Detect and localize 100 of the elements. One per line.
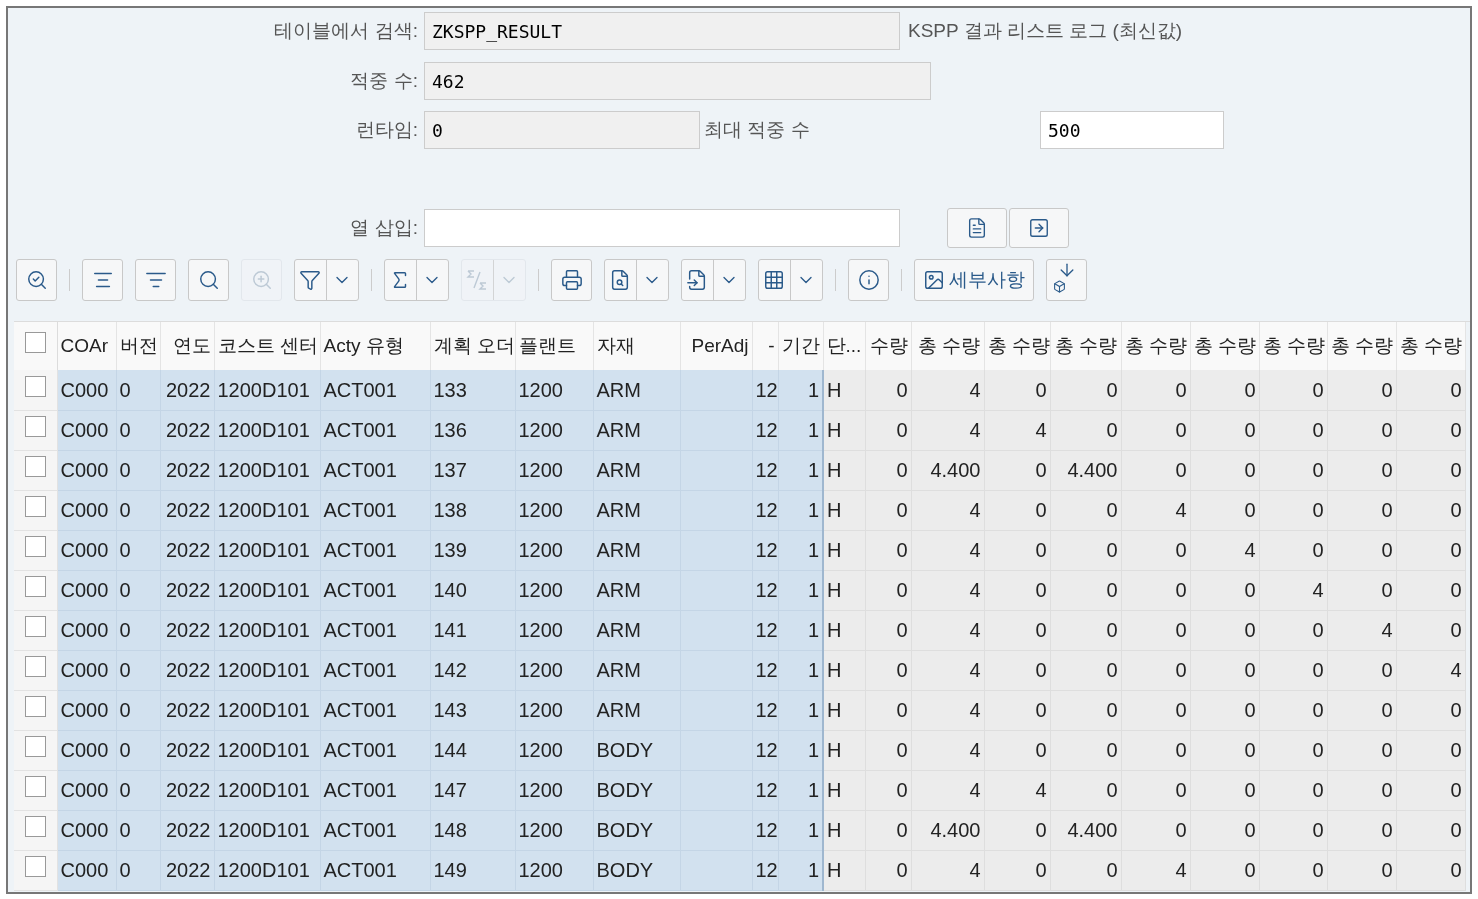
split-button[interactable] [294, 259, 359, 301]
search-icon [197, 269, 220, 291]
table-cell: 4 [1327, 610, 1396, 650]
checkbox[interactable] [24, 656, 46, 677]
input-field[interactable]: 0 [424, 111, 700, 149]
checkbox[interactable] [24, 496, 46, 517]
table-cell: 0 [116, 490, 160, 530]
checkbox[interactable] [24, 576, 46, 597]
table-cell: 0 [865, 770, 911, 810]
table-cell: H [823, 450, 865, 490]
table-cell: 136 [430, 410, 515, 450]
table-cell: 1200D101 [214, 810, 320, 850]
toolbar-button[interactable] [848, 259, 889, 301]
table-cell: 0 [1121, 370, 1190, 410]
table-cell: 2022 [160, 730, 214, 770]
table-cell: 1200 [515, 690, 593, 730]
table-cell: ARM [593, 410, 680, 450]
table-cell: 0 [1190, 690, 1259, 730]
table-cell: 0 [1327, 850, 1396, 890]
split-button[interactable] [384, 259, 449, 301]
table-cell: ACT001 [320, 690, 430, 730]
toolbar-button[interactable] [188, 259, 229, 301]
checkbox[interactable] [24, 332, 46, 353]
table-cell: 0 [1121, 610, 1190, 650]
table-cell: 1200 [515, 730, 593, 770]
table-cell: 0 [1121, 650, 1190, 690]
table-cell: 2022 [160, 410, 214, 450]
table-cell: 1200 [515, 850, 593, 890]
table-cell: 0 [1259, 850, 1327, 890]
table-cell: 1 [778, 770, 823, 810]
checkbox[interactable] [24, 536, 46, 557]
table-cell: C000 [57, 570, 116, 610]
table-cell: H [823, 690, 865, 730]
table-cell: 0 [1050, 690, 1121, 730]
input-field[interactable]: 462 [424, 62, 931, 100]
checkbox[interactable] [24, 816, 46, 837]
import-button[interactable] [947, 208, 1007, 248]
table-cell: 0 [1327, 570, 1396, 610]
table-cell: 144 [430, 730, 515, 770]
table-cell: H [823, 730, 865, 770]
checkbox[interactable] [24, 736, 46, 757]
checkbox[interactable] [24, 856, 46, 877]
table-cell: 1200 [515, 490, 593, 530]
input-field[interactable]: 500 [1040, 111, 1224, 149]
input-field[interactable]: ZKSPP_RESULT [424, 12, 900, 50]
details-button[interactable]: 세부사항 [914, 259, 1034, 301]
split-button[interactable] [604, 259, 669, 301]
toolbar-button[interactable] [1046, 259, 1087, 301]
checkbox[interactable] [24, 696, 46, 717]
table-cell: 0 [1396, 490, 1465, 530]
table-cell: 1200D101 [214, 450, 320, 490]
table-cell: 0 [984, 690, 1050, 730]
table-cell: 139 [430, 530, 515, 570]
table-cell: 1200 [515, 570, 593, 610]
table-cell: 1200D101 [214, 610, 320, 650]
table-cell: 1 [778, 810, 823, 850]
table-cell: 0 [116, 810, 160, 850]
table-cell: 133 [430, 370, 515, 410]
input-field[interactable] [424, 209, 900, 247]
toolbar-button[interactable] [82, 259, 123, 301]
checkbox[interactable] [24, 456, 46, 477]
table-cell: 142 [430, 650, 515, 690]
table-cell: 4 [911, 610, 984, 650]
table-cell: 0 [984, 850, 1050, 890]
table-cell: 0 [116, 770, 160, 810]
checkbox[interactable] [24, 375, 46, 397]
export-button[interactable] [1009, 208, 1069, 248]
table-cell: 0 [1121, 690, 1190, 730]
table-cell: 0 [984, 810, 1050, 850]
checkbox[interactable] [24, 776, 46, 797]
table-cell: 0 [1190, 370, 1259, 410]
table-cell: 1 [778, 530, 823, 570]
table-cell: 4 [1190, 530, 1259, 570]
table-cell: 141 [430, 610, 515, 650]
table-cell: 0 [865, 410, 911, 450]
table-cell: 0 [1327, 650, 1396, 690]
table-cell: ARM [593, 650, 680, 690]
table-cell: C000 [57, 370, 116, 410]
table-cell: 0 [116, 570, 160, 610]
toolbar-button[interactable] [135, 259, 176, 301]
split-button[interactable] [681, 259, 746, 301]
table-cell: 0 [984, 450, 1050, 490]
table-cell: 0 [984, 650, 1050, 690]
field-label: 런타임: [354, 117, 419, 142]
checkbox[interactable] [24, 616, 46, 637]
checkbox[interactable] [24, 416, 46, 437]
image-icon [923, 269, 945, 291]
split-button[interactable] [758, 259, 823, 301]
toolbar-button[interactable] [16, 259, 57, 301]
table-cell: 0 [116, 730, 160, 770]
table-cell: 1200D101 [214, 770, 320, 810]
table-cell: 12 [752, 370, 778, 410]
table-cell: 0 [865, 810, 911, 850]
table-cell: ACT001 [320, 370, 430, 410]
toolbar-button[interactable] [551, 259, 592, 301]
table-cell: ARM [593, 530, 680, 570]
table-cell: 0 [1050, 850, 1121, 890]
table-cell: ACT001 [320, 490, 430, 530]
table-cell: 1200 [515, 770, 593, 810]
table-cell: ARM [593, 370, 680, 410]
